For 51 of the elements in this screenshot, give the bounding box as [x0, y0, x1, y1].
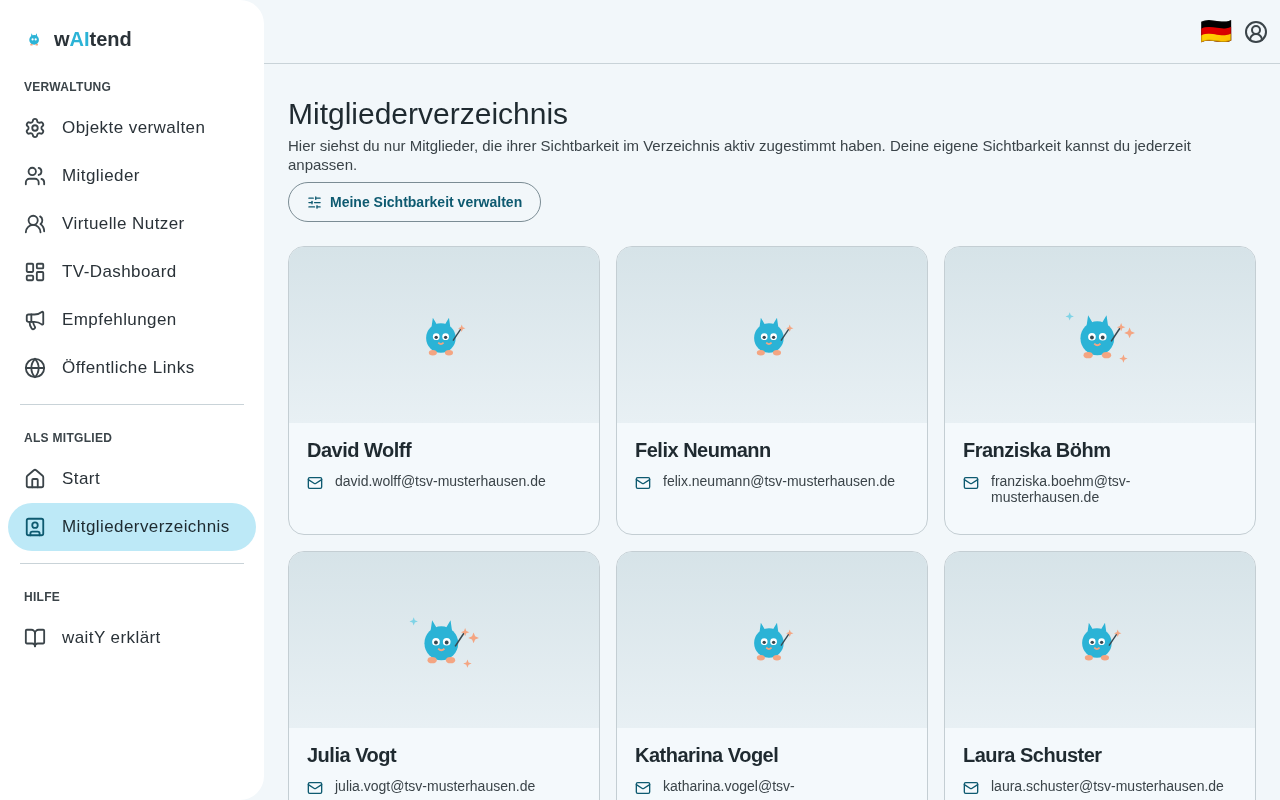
member-email: felix.neumann@tsv-musterhausen.de	[663, 473, 896, 489]
mail-icon	[635, 780, 651, 796]
page-title: Mitgliederverzeichnis	[288, 96, 570, 132]
member-card[interactable]: Julia Vogt julia.vogt@tsv-musterhausen.de	[288, 551, 600, 800]
home-icon	[24, 468, 46, 490]
member-name: Laura Schuster	[963, 743, 1103, 768]
mail-icon	[307, 475, 323, 491]
member-card[interactable]: Felix Neumann felix.neumann@tsv-musterhausen.de	[616, 246, 928, 535]
sidebar-item[interactable]: TV-Dashboard	[8, 248, 256, 296]
section-heading: HILFE	[23, 589, 62, 606]
member-email: franziska.boehm@tsv-musterhausen.de	[991, 473, 1132, 505]
dashboard-icon	[24, 261, 46, 283]
sidebar-item[interactable]: Start	[8, 455, 256, 503]
mail-icon	[307, 780, 323, 796]
megaphone-icon	[24, 309, 46, 331]
mail-icon	[963, 475, 979, 491]
sidebar-item[interactable]: Objekte verwalten	[8, 104, 256, 152]
member-email: julia.vogt@tsv-musterhausen.de	[335, 778, 536, 794]
sidebar-item[interactable]: Empfehlungen	[8, 296, 256, 344]
sidebar-item[interactable]: Mitglieder	[8, 152, 256, 200]
account-icon[interactable]	[1244, 19, 1268, 44]
sliders-icon	[307, 194, 322, 210]
group-icon	[24, 213, 46, 235]
member-email: david.wolff@tsv-musterhausen.de	[335, 473, 546, 489]
sidebar-item[interactable]: Öffentliche Links	[8, 344, 256, 392]
member-card[interactable]: Laura Schuster laura.schuster@tsv-musterhausen.de	[944, 551, 1256, 800]
brand-name: wAItend	[54, 27, 132, 52]
member-card[interactable]: David Wolff david.wolff@tsv-musterhausen.de	[288, 246, 600, 535]
member-name: Katharina Vogel	[635, 743, 780, 768]
sidebar-item[interactable]: Virtuelle Nutzer	[8, 200, 256, 248]
member-email: katharina.vogel@tsv-	[663, 778, 795, 794]
member-card[interactable]: Katharina Vogel katharina.vogel@tsv-	[616, 551, 928, 800]
people-icon	[24, 165, 46, 187]
section-heading: ALS MITGLIED	[23, 430, 114, 447]
member-email: laura.schuster@tsv-musterhausen.de	[991, 778, 1224, 794]
page-description: Hier siehst du nur Mitglieder, die ihrer Sichtbarkeit im Verzeichnis aktiv zugestimmt haben. Deine eigene Sichtbarkeit kannst du jederzeit anpassen.	[288, 136, 1192, 174]
globe-icon	[24, 357, 46, 379]
mail-icon	[963, 780, 979, 796]
section-heading: VERWALTUNG	[23, 79, 113, 96]
member-name: David Wolff	[307, 438, 413, 463]
book-icon	[24, 627, 46, 649]
gear-icon	[24, 117, 46, 139]
mail-icon	[635, 475, 651, 491]
contact-card-icon	[24, 516, 46, 538]
member-card[interactable]: Franziska Böhm franziska.boehm@tsv-musterhausen.de	[944, 246, 1256, 535]
sidebar-item[interactable]: Mitgliederverzeichnis	[8, 503, 256, 551]
sidebar-item[interactable]: waitY erklärt	[8, 614, 256, 662]
language-flag[interactable]: 🇩🇪	[1200, 12, 1232, 51]
member-name: Felix Neumann	[635, 438, 772, 463]
member-name: Franziska Böhm	[963, 438, 1112, 463]
member-name: Julia Vogt	[307, 743, 398, 768]
